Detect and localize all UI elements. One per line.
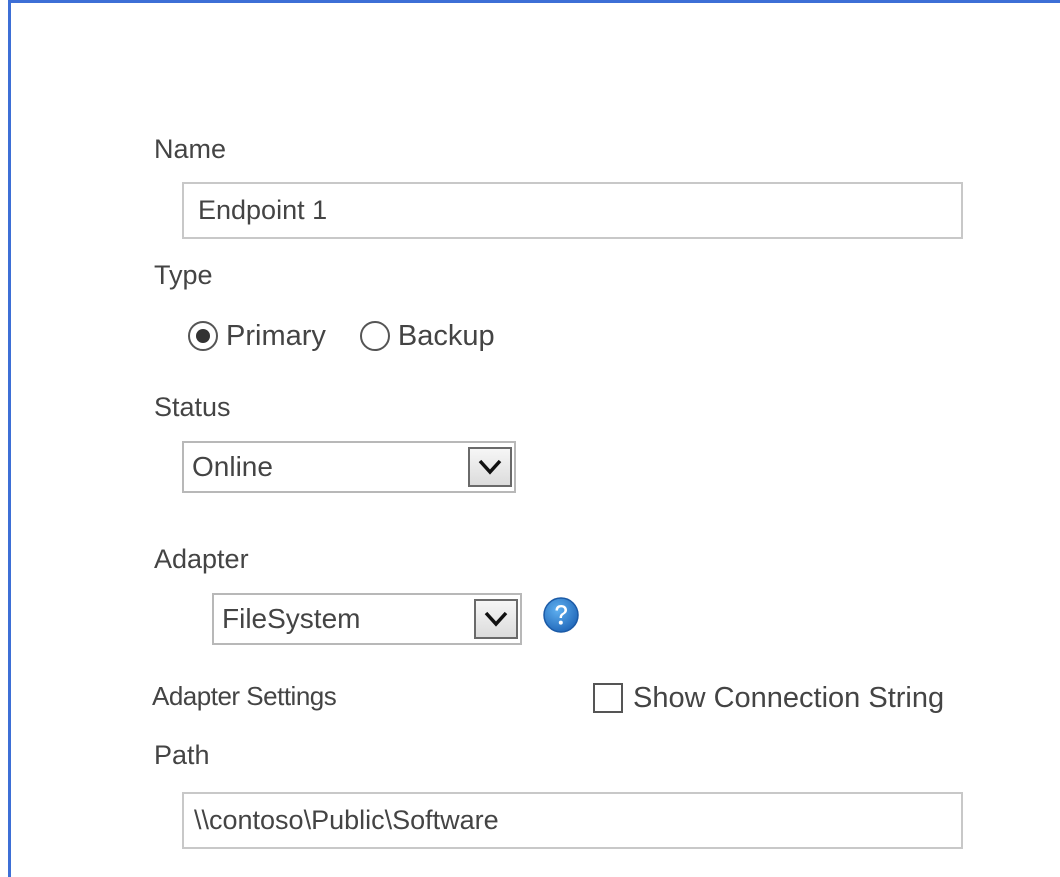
checkbox-box[interactable] bbox=[593, 683, 623, 713]
type-radio-primary[interactable]: Primary bbox=[188, 320, 326, 353]
dialog-top-border bbox=[8, 0, 1060, 3]
dialog-frame: Name Type Primary Backup Status Online A… bbox=[0, 0, 1060, 877]
name-label: Name bbox=[154, 134, 227, 164]
type-radio-primary-label: Primary bbox=[226, 319, 326, 352]
name-input[interactable] bbox=[182, 182, 963, 239]
adapter-settings-label: Adapter Settings bbox=[152, 681, 337, 711]
status-select-value: Online bbox=[192, 451, 273, 482]
radio-primary-circle[interactable] bbox=[188, 321, 218, 351]
adapter-select-value: FileSystem bbox=[222, 603, 361, 634]
status-dropdown-button[interactable] bbox=[468, 447, 512, 487]
adapter-label: Adapter bbox=[154, 544, 249, 574]
status-label: Status bbox=[154, 392, 231, 422]
type-radio-backup[interactable]: Backup bbox=[359, 319, 495, 353]
path-label: Path bbox=[154, 740, 210, 770]
type-radio-backup-label: Backup bbox=[397, 319, 495, 352]
show-connection-string-checkbox[interactable]: Show Connection String bbox=[593, 680, 944, 716]
radio-backup-circle[interactable] bbox=[359, 321, 390, 351]
adapter-dropdown-button[interactable] bbox=[474, 599, 518, 639]
type-label: Type bbox=[154, 260, 213, 290]
path-input[interactable] bbox=[182, 792, 963, 849]
chevron-down-icon bbox=[484, 611, 508, 627]
radio-selected-dot bbox=[196, 329, 210, 343]
dialog-left-border bbox=[8, 0, 11, 877]
chevron-down-icon bbox=[478, 459, 502, 475]
type-radio-group: Primary Backup bbox=[188, 316, 529, 356]
adapter-select[interactable]: FileSystem bbox=[212, 593, 522, 645]
help-question-icon[interactable] bbox=[542, 596, 580, 634]
show-connection-string-label: Show Connection String bbox=[633, 681, 945, 714]
status-select[interactable]: Online bbox=[182, 441, 516, 493]
